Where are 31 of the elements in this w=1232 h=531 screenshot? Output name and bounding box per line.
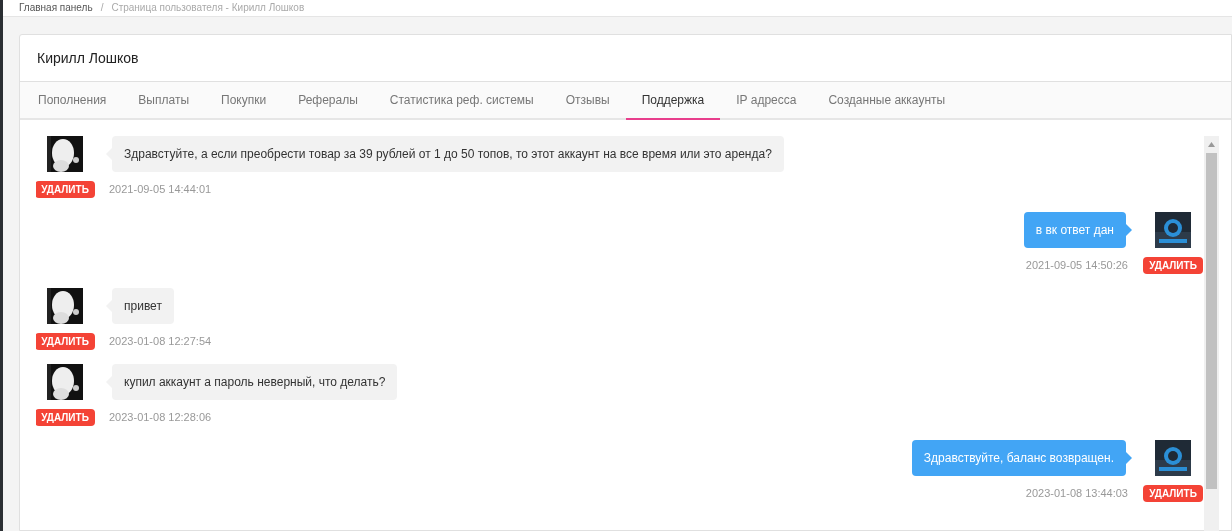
tab[interactable]: Пополнения (22, 82, 123, 118)
tab[interactable]: Созданные аккаунты (812, 82, 962, 118)
message-bubble: Здравстуйте, а если преобрести товар за 39 рублей от 1 до 50 топов, то этот аккаунт на все время или это аренда? (112, 136, 784, 172)
breadcrumb-link[interactable]: Главная панель (19, 3, 93, 13)
delete-button[interactable]: УДАЛИТЬ (1143, 257, 1203, 274)
message-bubble: купил аккаунт а пароль неверный, что делать? (112, 364, 398, 400)
delete-button[interactable]: УДАЛИТЬ (36, 181, 95, 198)
message-time: 2023-01-08 12:27:54 (109, 335, 212, 348)
tab[interactable]: Рефералы (282, 82, 374, 118)
message-time: 2023-01-08 12:28:06 (109, 411, 212, 424)
tab[interactable]: Поддержка (625, 82, 721, 120)
message-bubble: привет (112, 288, 174, 324)
bubble-tail (1126, 224, 1132, 236)
tab[interactable]: Выплаты (122, 82, 205, 118)
user-name: Кирилл Лошков (37, 48, 139, 68)
breadcrumb-current: Страница пользователя - Кирилл Лошков (111, 3, 305, 13)
breadcrumb-separator: / (100, 3, 104, 13)
scrollbar[interactable] (1204, 136, 1219, 531)
tab[interactable]: Отзывы (549, 82, 626, 118)
delete-button[interactable]: УДАЛИТЬ (36, 333, 95, 350)
message-bubble: в вк ответ дан (1023, 212, 1126, 248)
message-time: 2021-09-05 14:44:01 (109, 183, 212, 196)
message-time: 2021-09-05 14:50:26 (1025, 259, 1128, 272)
delete-button[interactable]: УДАЛИТЬ (36, 409, 95, 426)
message-time: 2023-01-08 13:44:03 (1025, 487, 1128, 500)
tab[interactable]: Статистика реф. системы (373, 82, 550, 118)
tab[interactable]: IP адресса (720, 82, 813, 118)
message-bubble: Здравствуйте, баланс возвращен. (911, 440, 1126, 476)
delete-button[interactable]: УДАЛИТЬ (1143, 485, 1203, 502)
bubble-tail (1126, 452, 1132, 464)
tab[interactable]: Покупки (205, 82, 283, 118)
